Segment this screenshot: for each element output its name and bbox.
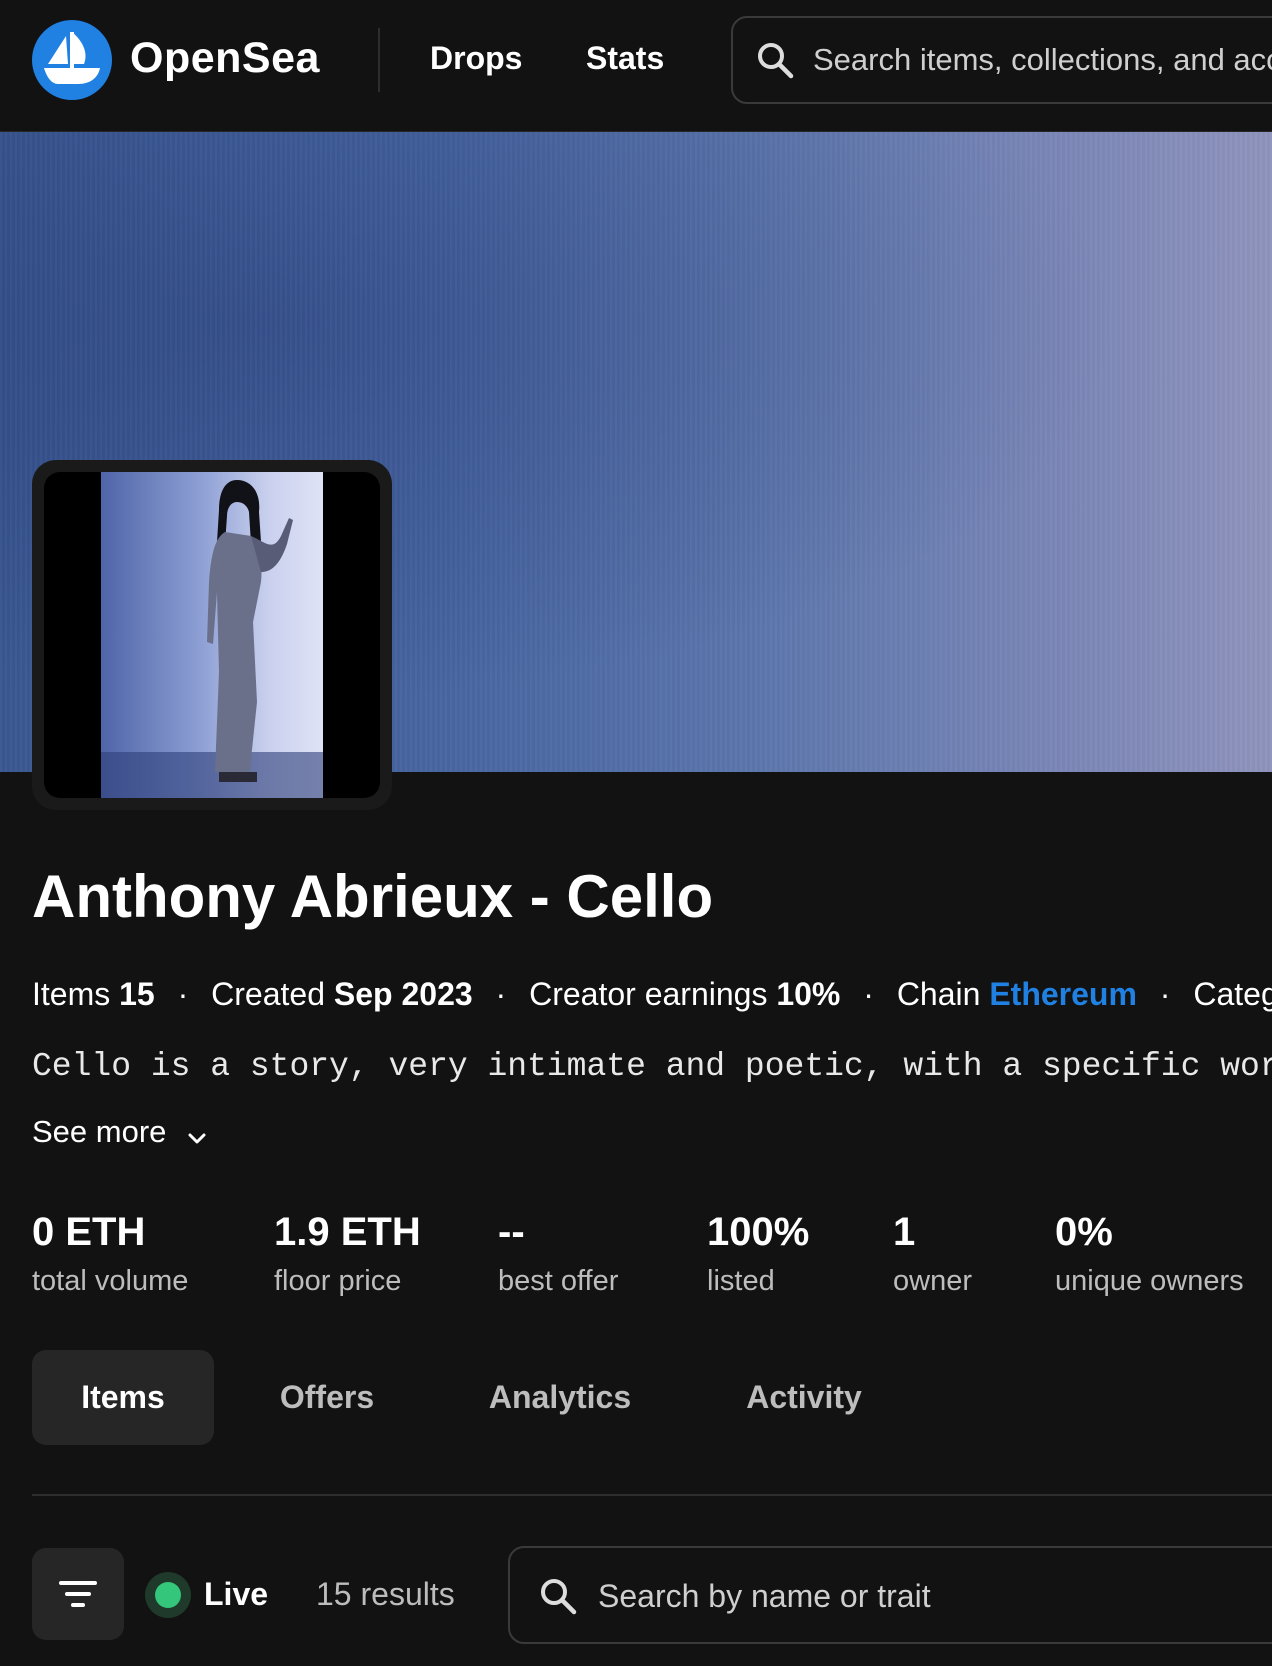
meta-created-label: Created xyxy=(211,976,325,1012)
stat-label: total volume xyxy=(32,1265,189,1297)
filter-toggle-button[interactable] xyxy=(32,1548,124,1640)
search-icon xyxy=(538,1576,578,1621)
avatar-image-container xyxy=(44,472,380,798)
chevron-down-icon xyxy=(186,1122,208,1158)
meta-items-label: Items xyxy=(32,976,111,1012)
item-search[interactable] xyxy=(508,1546,1272,1644)
live-indicator-icon xyxy=(155,1582,181,1608)
meta-chain-label: Chain xyxy=(896,976,981,1012)
global-search[interactable] xyxy=(731,16,1272,104)
collection-description: Cello is a story, very intimate and poet… xyxy=(32,1048,1272,1085)
search-icon xyxy=(755,40,795,85)
stat-label: best offer xyxy=(498,1265,619,1297)
brand-name[interactable]: OpenSea xyxy=(130,34,320,83)
nav-drops[interactable]: Drops xyxy=(430,40,522,77)
stat-total-volume: 0 ETH total volume xyxy=(32,1210,188,1298)
stat-value: 0 ETH xyxy=(32,1210,146,1254)
collection-title: Anthony Abrieux - Cello xyxy=(32,863,714,930)
meta-items-value: 15 xyxy=(119,976,155,1012)
nav-stats[interactable]: Stats xyxy=(586,40,664,77)
page: OpenSea Drops Stats Search items, collec… xyxy=(0,0,1272,1666)
see-more-label: See more xyxy=(32,1114,167,1149)
stat-label: unique owners xyxy=(1055,1265,1244,1297)
meta-separator: · xyxy=(495,976,507,1012)
results-count: 15 results xyxy=(316,1576,455,1612)
stat-label: owner xyxy=(893,1265,972,1297)
item-search-input[interactable] xyxy=(598,1574,1258,1618)
opensea-logo-icon[interactable] xyxy=(32,20,112,100)
stat-value: 0% xyxy=(1055,1210,1113,1254)
top-header: OpenSea Drops Stats xyxy=(0,0,1272,132)
collection-meta: Items 15 · Created Sep 2023 · Creator ea… xyxy=(32,976,1272,1016)
stat-value: 1.9 ETH xyxy=(274,1210,421,1254)
global-search-input[interactable] xyxy=(813,38,1272,82)
stat-value: 100% xyxy=(707,1210,810,1254)
tab-analytics[interactable]: Analytics xyxy=(470,1350,650,1445)
meta-category-label: Category xyxy=(1193,976,1272,1012)
meta-separator: · xyxy=(1159,976,1171,1012)
stat-label: floor price xyxy=(274,1265,402,1297)
tab-activity[interactable]: Activity xyxy=(724,1350,884,1445)
see-more-button[interactable]: See more xyxy=(32,1114,206,1150)
stat-listed: 100% listed xyxy=(707,1210,809,1298)
meta-separator: · xyxy=(177,976,189,1012)
live-label[interactable]: Live xyxy=(204,1576,268,1613)
stat-value: 1 xyxy=(893,1210,916,1254)
collection-avatar xyxy=(32,460,392,810)
meta-separator: · xyxy=(863,976,874,1012)
stat-floor-price: 1.9 ETH floor price xyxy=(274,1210,421,1298)
avatar-photo xyxy=(101,472,323,798)
meta-chain-link[interactable]: Ethereum xyxy=(989,976,1137,1012)
meta-created-value: Sep 2023 xyxy=(333,976,473,1012)
meta-earnings-value: 10% xyxy=(776,976,841,1012)
tabs-divider xyxy=(32,1494,1272,1496)
tab-offers[interactable]: Offers xyxy=(250,1350,404,1445)
header-divider xyxy=(378,28,380,92)
stat-best-offer: -- best offer xyxy=(498,1210,618,1298)
stat-owner: 1 owner xyxy=(893,1210,972,1298)
stat-value: -- xyxy=(498,1210,525,1254)
meta-earnings-label: Creator earnings xyxy=(529,976,768,1012)
stat-label: listed xyxy=(707,1265,775,1297)
stat-unique-owners: 0% unique owners xyxy=(1055,1210,1244,1298)
tab-items[interactable]: Items xyxy=(32,1350,214,1445)
